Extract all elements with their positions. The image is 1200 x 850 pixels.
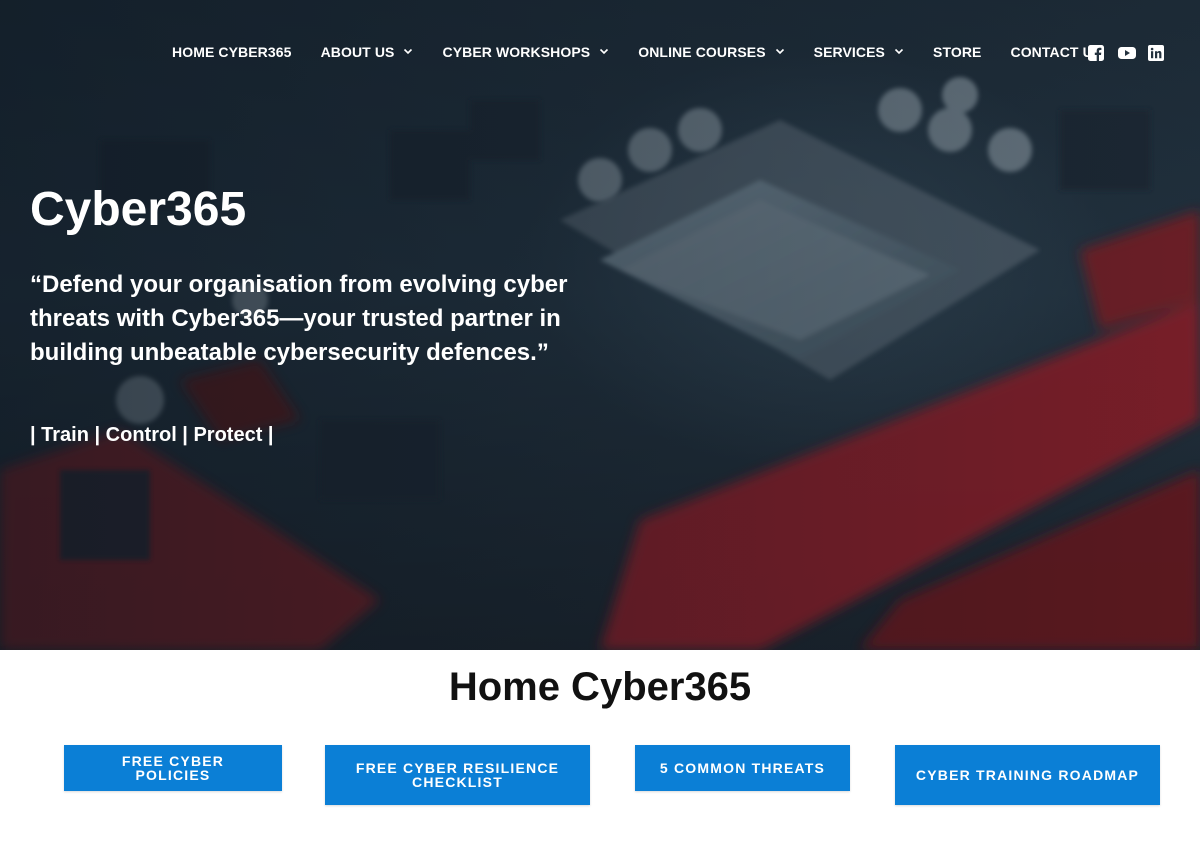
cyber-training-roadmap-button[interactable]: CYBER TRAINING ROADMAP	[895, 745, 1160, 805]
nav-item-store[interactable]: STORE	[933, 44, 981, 60]
nav-item-about-us[interactable]: ABOUT US	[321, 44, 414, 60]
free-cyber-policies-button[interactable]: FREE CYBER POLICIES	[64, 745, 282, 791]
button-label: FREE CYBER POLICIES	[121, 753, 225, 783]
chevron-down-icon	[775, 46, 785, 56]
hero-quote: “Defend your organisation from evolving …	[30, 271, 568, 366]
nav-item-label: ABOUT US	[320, 44, 395, 60]
nav-item-online-courses[interactable]: ONLINE COURSES	[638, 44, 784, 60]
nav-item-label: SERVICES	[813, 44, 885, 60]
linkedin-icon[interactable]	[1148, 45, 1164, 61]
nav-item-label: HOME CYBER365	[172, 44, 292, 60]
facebook-icon[interactable]	[1088, 45, 1104, 61]
nav-item-cyber-workshops[interactable]: CYBER WORKSHOPS	[442, 44, 609, 60]
main-menu: HOME CYBER365 ABOUT US CYBER WORKSHOPS O…	[172, 42, 1102, 62]
page-title: Home Cyber365	[448, 665, 752, 709]
nav-item-services[interactable]: SERVICES	[814, 44, 904, 60]
social-links	[1088, 45, 1164, 61]
button-label: FREE CYBER RESILIENCE CHECKLIST	[355, 760, 560, 790]
nav-item-label: ONLINE COURSES	[638, 44, 766, 60]
five-common-threats-button[interactable]: 5 COMMON THREATS	[635, 745, 850, 791]
free-cyber-resilience-checklist-button[interactable]: FREE CYBER RESILIENCE CHECKLIST	[325, 745, 590, 805]
button-label: 5 COMMON THREATS	[659, 760, 826, 776]
nav-item-home[interactable]: HOME CYBER365	[172, 44, 292, 60]
nav-item-label: STORE	[933, 44, 982, 60]
youtube-icon[interactable]	[1118, 45, 1136, 61]
button-label: CYBER TRAINING ROADMAP	[915, 767, 1140, 783]
nav-item-label: CYBER WORKSHOPS	[442, 44, 591, 60]
hero-tagline: | Train | Control | Protect |	[30, 424, 274, 446]
hero-banner: HOME CYBER365 ABOUT US CYBER WORKSHOPS O…	[0, 0, 1200, 650]
chevron-down-icon	[894, 46, 904, 56]
chevron-down-icon	[403, 46, 413, 56]
chevron-down-icon	[599, 46, 609, 56]
hero-title: Cyber365	[30, 183, 247, 236]
top-navigation: HOME CYBER365 ABOUT US CYBER WORKSHOPS O…	[0, 0, 1200, 104]
